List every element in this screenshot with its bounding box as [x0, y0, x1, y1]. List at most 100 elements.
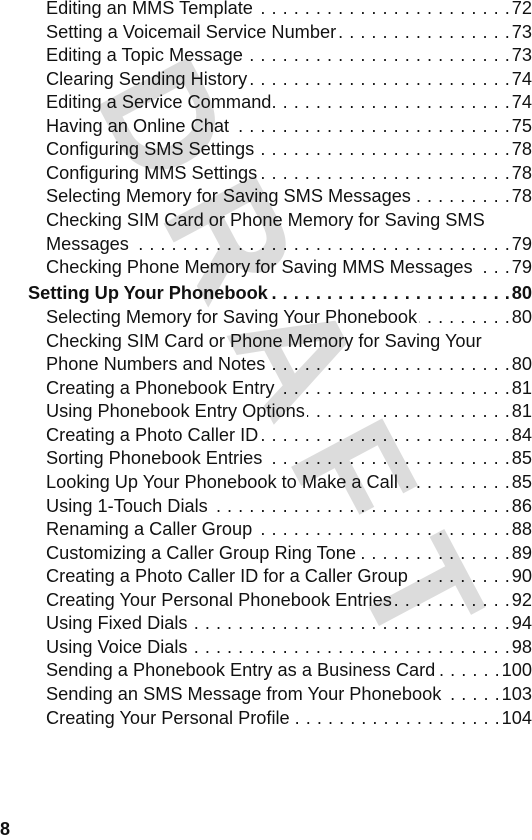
- toc-entry-page: 80: [511, 354, 532, 375]
- toc-entry-title: Customizing a Caller Group Ring Tone: [46, 542, 357, 563]
- dot-leader: [255, 0, 510, 20]
- toc-entry-page: 104: [501, 707, 532, 728]
- dot-leader: [260, 423, 509, 447]
- dot-leader: [131, 232, 510, 256]
- toc-entry-page: 81: [511, 401, 532, 422]
- dot-leader: [259, 161, 509, 185]
- toc-entry[interactable]: Setting a Voicemail Service Number 73: [46, 20, 532, 44]
- dot-leader: [410, 564, 510, 588]
- dot-leader: [413, 184, 510, 208]
- toc-entry-title: Using 1-Touch Dials: [46, 495, 208, 516]
- dot-leader: [264, 446, 509, 470]
- toc-entry-title: Using Fixed Dials: [46, 613, 188, 634]
- toc-entry-title: Sending an SMS Message from Your Phonebo…: [46, 683, 442, 704]
- toc-entry[interactable]: Using Fixed Dials 94: [46, 611, 532, 635]
- toc-entry-page: 81: [511, 377, 532, 398]
- toc-entry[interactable]: Editing a Topic Message 73: [46, 43, 532, 67]
- toc-entry-title: Checking SIM Card or Phone Memory for Sa…: [46, 209, 485, 230]
- toc-entry[interactable]: Selecting Memory for Saving Your Phonebo…: [46, 305, 532, 329]
- toc-entry[interactable]: Editing an MMS Template 72: [46, 0, 532, 20]
- toc-entry-title: Configuring MMS Settings: [46, 162, 258, 183]
- toc-entry-title: Messages: [46, 233, 129, 254]
- toc-entry-title: Creating Your Personal Phonebook Entries: [46, 589, 392, 610]
- dot-leader: [443, 682, 499, 706]
- toc-entry-title: Setting Up Your Phonebook: [28, 282, 268, 303]
- toc-entry[interactable]: Creating Your Personal Profile 104: [46, 706, 532, 730]
- toc-entry[interactable]: Creating Your Personal Phonebook Entries…: [46, 588, 532, 612]
- dot-leader: [249, 67, 510, 91]
- toc-entry[interactable]: Creating a Photo Caller ID for a Caller …: [46, 564, 532, 588]
- toc-entry-page: 103: [501, 683, 532, 704]
- toc-entry-page: 73: [511, 45, 532, 66]
- toc-entry[interactable]: Looking Up Your Phonebook to Make a Call…: [46, 470, 532, 494]
- toc-entry-page: 90: [511, 566, 532, 587]
- dot-leader: [256, 137, 510, 161]
- dot-leader: [210, 494, 510, 518]
- toc-entry-title: Configuring SMS Settings: [46, 139, 255, 160]
- toc-entry[interactable]: Configuring MMS Settings 78: [46, 161, 532, 185]
- toc-entry[interactable]: Messages 79: [46, 232, 532, 256]
- dot-leader: [475, 255, 510, 279]
- dot-leader: [419, 305, 510, 329]
- toc-entry-title: Phone Numbers and Notes: [46, 354, 266, 375]
- toc-entry-title: Creating Your Personal Profile: [46, 707, 290, 728]
- toc-entry-continued[interactable]: Checking SIM Card or Phone Memory for Sa…: [46, 329, 532, 353]
- dot-leader: [190, 635, 510, 659]
- toc-entry-page: 80: [511, 282, 532, 303]
- toc-entry-title: Selecting Memory for Saving Your Phonebo…: [46, 307, 418, 328]
- dot-leader: [307, 399, 510, 423]
- toc-entry[interactable]: Sorting Phonebook Entries 85: [46, 446, 532, 470]
- toc-entry[interactable]: Phone Numbers and Notes 80: [46, 352, 532, 376]
- toc-entry[interactable]: Editing a Service Command 74: [46, 90, 532, 114]
- toc-entry-page: 73: [511, 21, 532, 42]
- toc-entry[interactable]: Sending a Phonebook Entry as a Business …: [46, 658, 532, 682]
- toc-entry[interactable]: Using 1-Touch Dials 86: [46, 494, 532, 518]
- toc-section-heading[interactable]: Setting Up Your Phonebook 80: [28, 281, 532, 305]
- toc-entry[interactable]: Customizing a Caller Group Ring Tone 89: [46, 541, 532, 565]
- toc-entry-title: Checking Phone Memory for Saving MMS Mes…: [46, 257, 473, 278]
- toc-entry[interactable]: Selecting Memory for Saving SMS Messages…: [46, 184, 532, 208]
- toc-entry-title: Using Phonebook Entry Options: [46, 401, 305, 422]
- toc-entry-title: Having an Online Chat: [46, 115, 229, 136]
- toc-entry-title: Creating a Phonebook Entry: [46, 377, 275, 398]
- toc-entry-title: Editing an MMS Template: [46, 0, 253, 18]
- toc-entry-page: 79: [511, 233, 532, 254]
- toc-entry-title: Checking SIM Card or Phone Memory for Sa…: [46, 330, 482, 351]
- toc-entry[interactable]: Sending an SMS Message from Your Phonebo…: [46, 682, 532, 706]
- toc-entry-title: Looking Up Your Phonebook to Make a Call: [46, 472, 398, 492]
- toc-entry-page: 74: [511, 68, 532, 89]
- toc-entry-page: 88: [511, 519, 532, 540]
- toc-entry-title: Using Voice Dials: [46, 636, 188, 657]
- toc-entry-page: 74: [511, 92, 532, 113]
- dot-leader: [245, 43, 510, 67]
- toc-entry-title: Editing a Service Command: [46, 92, 272, 113]
- toc-entry-title: Sending a Phonebook Entry as a Business …: [46, 660, 436, 681]
- toc-entry-page: 85: [511, 448, 532, 469]
- dot-leader: [267, 352, 509, 376]
- toc-entry-continued[interactable]: Checking SIM Card or Phone Memory for Sa…: [46, 208, 532, 232]
- toc-entry[interactable]: Having an Online Chat 75: [46, 114, 532, 138]
- dot-leader: [394, 588, 510, 612]
- dot-leader: [358, 541, 510, 565]
- toc-entry[interactable]: Clearing Sending History 74: [46, 67, 532, 91]
- toc-entry[interactable]: Using Phonebook Entry Options 81: [46, 399, 532, 423]
- toc-entry-page: 86: [511, 495, 532, 516]
- dot-leader: [231, 114, 510, 138]
- toc-entry-page: 94: [511, 613, 532, 634]
- toc-entry[interactable]: Configuring SMS Settings 78: [46, 137, 532, 161]
- dot-leader: [400, 470, 510, 494]
- toc-entry[interactable]: Using Voice Dials 98: [46, 635, 532, 659]
- toc-entry-title: Clearing Sending History: [46, 68, 248, 89]
- toc-entry[interactable]: Creating a Phonebook Entry 81: [46, 376, 532, 400]
- toc-entry[interactable]: Renaming a Caller Group 88: [46, 517, 532, 541]
- toc-entry-page: 79: [511, 257, 532, 278]
- toc-entry[interactable]: Checking Phone Memory for Saving MMS Mes…: [46, 255, 532, 279]
- toc-entry-title: Editing a Topic Message: [46, 45, 243, 66]
- toc-entry-title: Creating a Photo Caller ID for a Caller …: [46, 566, 408, 587]
- toc-entry-page: 75: [511, 115, 532, 136]
- dot-leader: [254, 517, 510, 541]
- toc-entry-title: Creating a Photo Caller ID: [46, 424, 259, 445]
- toc-entry-page: 78: [511, 162, 532, 183]
- toc-entry-title: Selecting Memory for Saving SMS Messages: [46, 186, 411, 207]
- toc-entry[interactable]: Creating a Photo Caller ID 84: [46, 423, 532, 447]
